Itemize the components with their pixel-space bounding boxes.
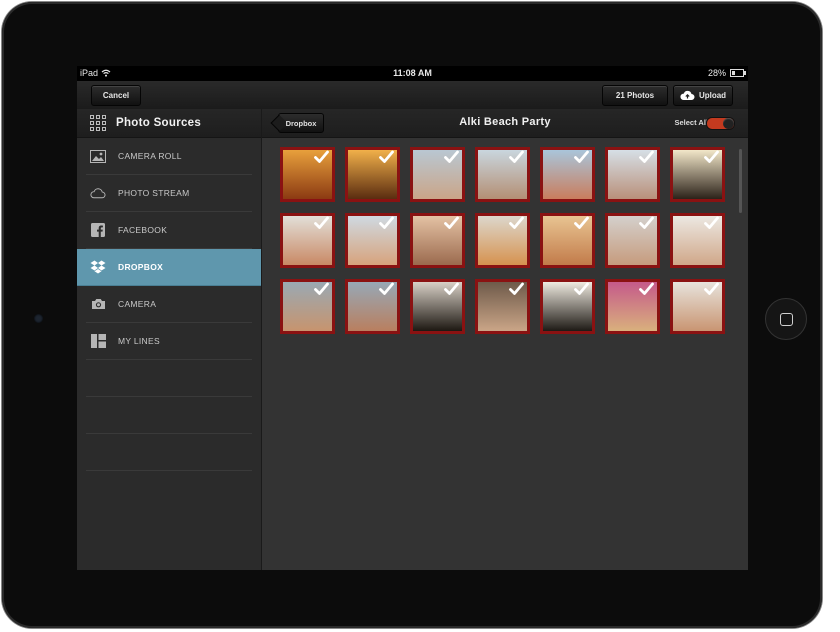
checkmark-icon xyxy=(704,282,719,295)
grid-icon xyxy=(90,115,106,131)
photo-thumbnail[interactable] xyxy=(410,213,465,268)
photo-thumbnail[interactable] xyxy=(345,147,400,202)
layout-icon xyxy=(90,334,106,348)
checkmark-icon xyxy=(444,216,459,229)
top-nav-bar: Cancel 21 Photos Upload xyxy=(77,81,748,110)
sidebar-empty-row xyxy=(86,360,252,397)
photo-thumbnail[interactable] xyxy=(280,147,335,202)
checkmark-icon xyxy=(314,282,329,295)
sidebar-header: Photo Sources xyxy=(77,109,261,138)
photo-thumbnail[interactable] xyxy=(345,279,400,334)
status-bar: iPad 11:08 AM 28% xyxy=(77,66,748,81)
checkmark-icon xyxy=(444,282,459,295)
checkmark-icon xyxy=(704,216,719,229)
sidebar-item-label: MY LINES xyxy=(118,336,160,346)
ipad-frame: iPad 11:08 AM 28% Cancel 21 Photos Uploa… xyxy=(2,2,822,628)
photo-thumbnail[interactable] xyxy=(670,279,725,334)
upload-label: Upload xyxy=(698,91,727,100)
photo-thumbnail[interactable] xyxy=(540,279,595,334)
checkmark-icon xyxy=(704,150,719,163)
sidebar-title: Photo Sources xyxy=(116,117,202,129)
photo-thumbnail[interactable] xyxy=(540,147,595,202)
checkmark-icon xyxy=(379,216,394,229)
sidebar: Photo Sources CAMERA ROLL PHOTO STREAM F… xyxy=(77,109,262,570)
photo-thumbnail[interactable] xyxy=(670,213,725,268)
photo-thumbnail[interactable] xyxy=(475,147,530,202)
photo-thumbnail[interactable] xyxy=(605,213,660,268)
checkmark-icon xyxy=(379,282,394,295)
checkmark-icon xyxy=(574,216,589,229)
cloud-icon xyxy=(90,186,106,200)
sidebar-item-camera-roll[interactable]: CAMERA ROLL xyxy=(86,138,252,175)
checkmark-icon xyxy=(509,150,524,163)
photo-thumbnail[interactable] xyxy=(475,279,530,334)
battery-icon xyxy=(730,69,746,77)
photo-thumbnail[interactable] xyxy=(605,279,660,334)
sidebar-empty-row xyxy=(86,397,252,434)
sidebar-item-label: FACEBOOK xyxy=(118,225,168,235)
checkmark-icon xyxy=(639,150,654,163)
photo-thumbnail[interactable] xyxy=(670,147,725,202)
checkmark-icon xyxy=(639,282,654,295)
checkmark-icon xyxy=(574,282,589,295)
select-all-toggle[interactable] xyxy=(706,117,735,130)
sidebar-item-label: PHOTO STREAM xyxy=(118,188,190,198)
select-all-label: Select All xyxy=(674,118,709,127)
photo-thumbnail[interactable] xyxy=(410,279,465,334)
checkmark-icon xyxy=(314,150,329,163)
sidebar-item-label: DROPBOX xyxy=(118,262,164,272)
album-header: Dropbox Alki Beach Party Select All xyxy=(262,109,748,138)
status-time: 11:08 AM xyxy=(393,68,432,78)
photo-thumbnail[interactable] xyxy=(280,279,335,334)
checkmark-icon xyxy=(509,282,524,295)
photo-thumbnail[interactable] xyxy=(475,213,530,268)
camera-icon xyxy=(90,297,106,311)
photo-thumbnail[interactable] xyxy=(410,147,465,202)
facebook-icon xyxy=(90,223,106,237)
upload-button[interactable]: Upload xyxy=(673,85,733,106)
sidebar-item-camera[interactable]: CAMERA xyxy=(86,286,252,323)
checkmark-icon xyxy=(314,216,329,229)
front-camera xyxy=(34,314,43,323)
photo-thumbnail[interactable] xyxy=(345,213,400,268)
sidebar-item-my-lines[interactable]: MY LINES xyxy=(86,323,252,360)
sidebar-item-label: CAMERA ROLL xyxy=(118,151,182,161)
checkmark-icon xyxy=(574,150,589,163)
image-icon xyxy=(90,149,106,163)
cloud-upload-icon xyxy=(680,90,695,100)
photo-thumbnail[interactable] xyxy=(280,213,335,268)
home-square-icon xyxy=(779,312,793,326)
photo-thumbnail[interactable] xyxy=(605,147,660,202)
photo-count-button[interactable]: 21 Photos xyxy=(602,85,668,106)
sidebar-item-dropbox[interactable]: DROPBOX xyxy=(77,249,261,286)
home-button[interactable] xyxy=(765,298,807,340)
checkmark-icon xyxy=(509,216,524,229)
photo-grid xyxy=(280,147,730,334)
sidebar-empty-row xyxy=(86,434,252,471)
album-content: Dropbox Alki Beach Party Select All xyxy=(262,109,748,570)
checkmark-icon xyxy=(444,150,459,163)
sidebar-item-label: CAMERA xyxy=(118,299,157,309)
battery-percent: 28% xyxy=(707,68,726,78)
scrollbar[interactable] xyxy=(739,149,742,213)
toggle-knob xyxy=(723,118,734,129)
checkmark-icon xyxy=(379,150,394,163)
photo-thumbnail[interactable] xyxy=(540,213,595,268)
screen: iPad 11:08 AM 28% Cancel 21 Photos Uploa… xyxy=(77,66,748,570)
sidebar-item-photo-stream[interactable]: PHOTO STREAM xyxy=(86,175,252,212)
cancel-button[interactable]: Cancel xyxy=(91,85,141,106)
checkmark-icon xyxy=(639,216,654,229)
dropbox-icon xyxy=(90,260,106,274)
sidebar-item-facebook[interactable]: FACEBOOK xyxy=(86,212,252,249)
